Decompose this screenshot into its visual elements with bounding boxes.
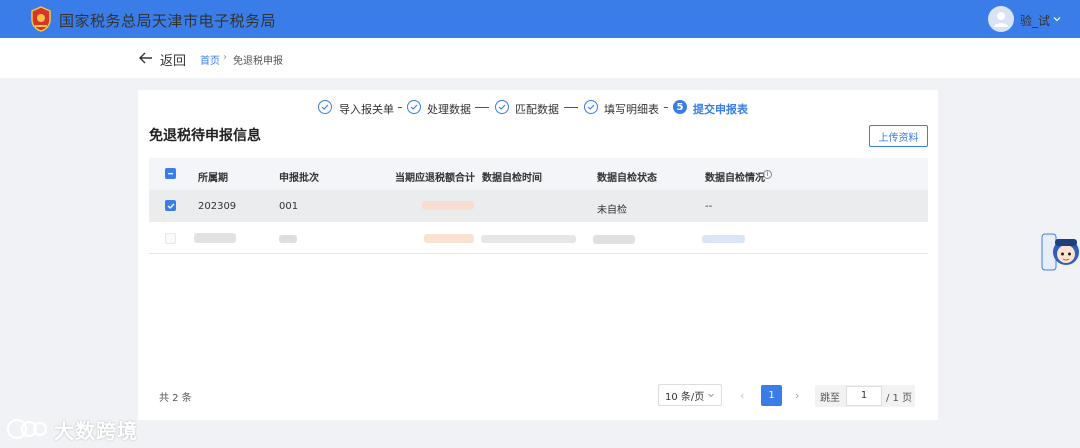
watermark-text: 大数跨境 [54, 418, 138, 443]
page-number-current[interactable]: 1 [761, 385, 782, 406]
cell-check-detail: -- [705, 201, 713, 212]
tax-emblem-icon [31, 6, 51, 32]
total-count: 共 2 条 [159, 393, 192, 404]
prev-page-button[interactable]: ‹ [740, 389, 744, 402]
total-pages: / 1 页 [886, 393, 913, 404]
step-connector [475, 107, 489, 108]
column-header-check-time: 数据自检时间 [482, 173, 542, 184]
column-header-amount: 当期应退税额合计 [395, 173, 475, 184]
assistant-mascot-icon[interactable] [1040, 230, 1080, 274]
user-name[interactable]: 验_试 [1020, 12, 1050, 29]
cell-batch-redacted [279, 235, 297, 243]
step-done-check-icon [318, 100, 332, 114]
column-header-period: 所属期 [198, 173, 228, 184]
step-label: 填写明细表 [604, 103, 659, 116]
cell-check-status-redacted [593, 235, 635, 244]
column-header-check-status: 数据自检状态 [597, 173, 657, 184]
breadcrumb-current: 免退税申报 [233, 56, 283, 67]
step-connector [664, 107, 668, 108]
indeterminate-icon [168, 173, 173, 175]
row-checkbox[interactable] [165, 233, 176, 244]
info-icon[interactable]: i [763, 170, 772, 179]
step-done-check-icon [584, 100, 598, 114]
cell-amount-redacted [422, 201, 474, 210]
jump-label: 跳至 [820, 393, 840, 404]
step-connector [398, 107, 402, 108]
step-active-number: 5 [673, 100, 687, 114]
cell-check-status: 未自检 [597, 205, 627, 216]
chevron-down-icon[interactable] [1052, 14, 1062, 24]
cell-batch: 001 [279, 201, 299, 212]
row-checkbox[interactable] [165, 200, 176, 211]
table-row[interactable] [149, 190, 928, 222]
breadcrumb-home-link[interactable]: 首页 [200, 52, 220, 67]
cell-check-detail-redacted [702, 235, 745, 243]
step-connector [564, 107, 578, 108]
check-icon [167, 203, 174, 209]
step-label: 处理数据 [427, 103, 471, 116]
jump-page-input[interactable]: 1 [846, 386, 882, 406]
upload-button[interactable]: 上传资料 [869, 125, 928, 147]
breadcrumb-separator: › [223, 52, 227, 63]
watermark-logo-icon [6, 418, 48, 440]
cell-period: 202309 [198, 201, 237, 212]
avatar[interactable] [988, 6, 1014, 32]
section-title: 免退税待申报信息 [149, 128, 261, 144]
step-done-check-icon [407, 100, 421, 114]
chevron-down-icon [708, 393, 714, 398]
cell-period-redacted [194, 233, 236, 243]
back-arrow-icon[interactable] [138, 50, 154, 66]
user-icon [994, 12, 1008, 27]
step-label: 匹配数据 [515, 103, 559, 116]
select-all-checkbox[interactable] [165, 168, 176, 179]
cell-amount-redacted [424, 234, 474, 243]
watermark: 大数跨境 [6, 415, 138, 443]
next-page-button[interactable]: › [795, 389, 799, 402]
back-button[interactable]: 返回 [160, 50, 186, 69]
step-label: 导入报关单 [339, 103, 394, 116]
column-header-check-detail: 数据自检情况 [705, 173, 765, 184]
column-header-batch: 申报批次 [279, 173, 319, 184]
app-title: 国家税务总局天津市电子税务局 [59, 12, 277, 30]
cell-check-time-redacted [481, 235, 576, 243]
step-active-label: 提交申报表 [693, 103, 748, 116]
step-done-check-icon [495, 100, 509, 114]
